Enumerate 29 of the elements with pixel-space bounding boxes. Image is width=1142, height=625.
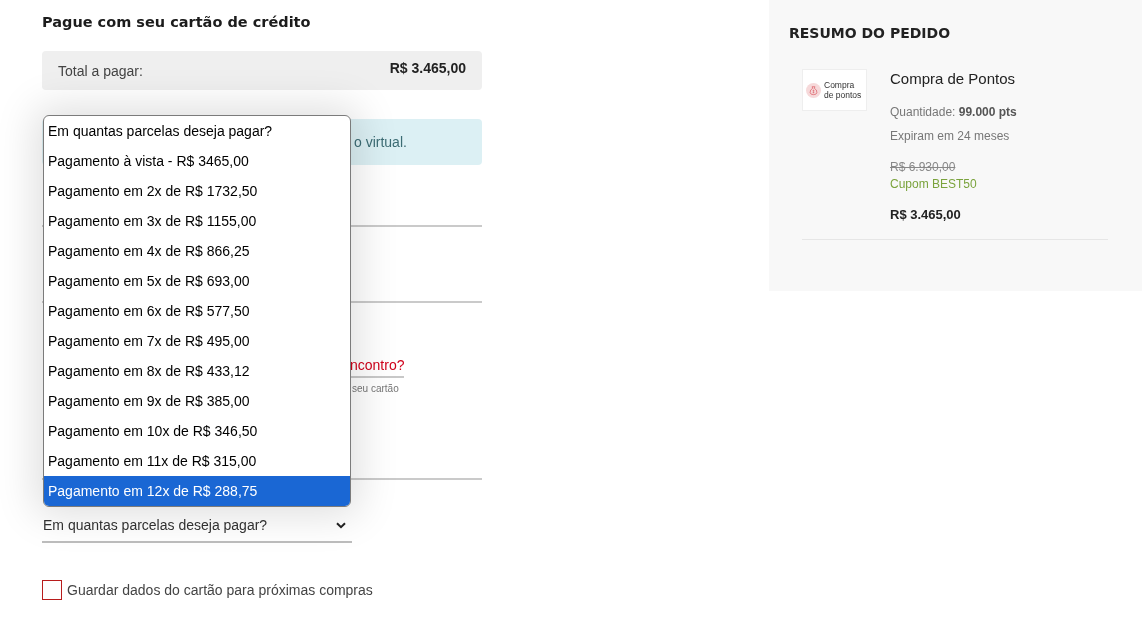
hint-text: seu cartão	[352, 382, 399, 396]
installment-option[interactable]: Pagamento em 5x de R$ 693,00	[44, 266, 350, 296]
installment-option[interactable]: Pagamento em 2x de R$ 1732,50	[44, 176, 350, 206]
caret-icon	[336, 521, 346, 529]
installment-option[interactable]: Pagamento em 10x de R$ 346,50	[44, 416, 350, 446]
checkbox-label: Guardar dados do cartão para próximas compras	[67, 582, 373, 598]
installment-option[interactable]: Pagamento em 4x de R$ 866,25	[44, 236, 350, 266]
money-bag-icon	[806, 82, 821, 98]
original-price: R$ 6.930,00	[890, 159, 956, 175]
item-price: R$ 3.465,00	[890, 206, 961, 224]
installment-option[interactable]: Em quantas parcelas deseja pagar?	[44, 116, 350, 146]
installment-option[interactable]: Pagamento em 11x de R$ 315,00	[44, 446, 350, 476]
section-title: Pague com seu cartão de crédito	[42, 13, 311, 32]
total-value: R$ 3.465,00	[389, 59, 466, 76]
thumbnail-text: Compra de pontos	[824, 80, 863, 100]
quantity-text: Quantidade: 99.000 pts	[890, 104, 1017, 120]
expiry-text: Expiram em 24 meses	[890, 128, 1010, 144]
summary-title: RESUMO DO PEDIDO	[789, 24, 951, 43]
product-name: Compra de Pontos	[890, 70, 1016, 88]
installment-option[interactable]: Pagamento em 6x de R$ 577,50	[44, 296, 350, 326]
installments-select[interactable]: Em quantas parcelas deseja pagar?	[42, 509, 352, 543]
installment-option[interactable]: Pagamento em 8x de R$ 433,12	[44, 356, 350, 386]
checkbox[interactable]	[42, 580, 62, 600]
installment-option[interactable]: Pagamento em 7x de R$ 495,00	[44, 326, 350, 356]
total-label: Total a pagar:	[58, 62, 143, 79]
coupon-text: Cupom BEST50	[890, 176, 977, 192]
installment-option[interactable]: Pagamento em 9x de R$ 385,00	[44, 386, 350, 416]
installment-option[interactable]: Pagamento em 3x de R$ 1155,00	[44, 206, 350, 236]
installment-option[interactable]: Pagamento em 12x de R$ 288,75	[44, 476, 350, 506]
